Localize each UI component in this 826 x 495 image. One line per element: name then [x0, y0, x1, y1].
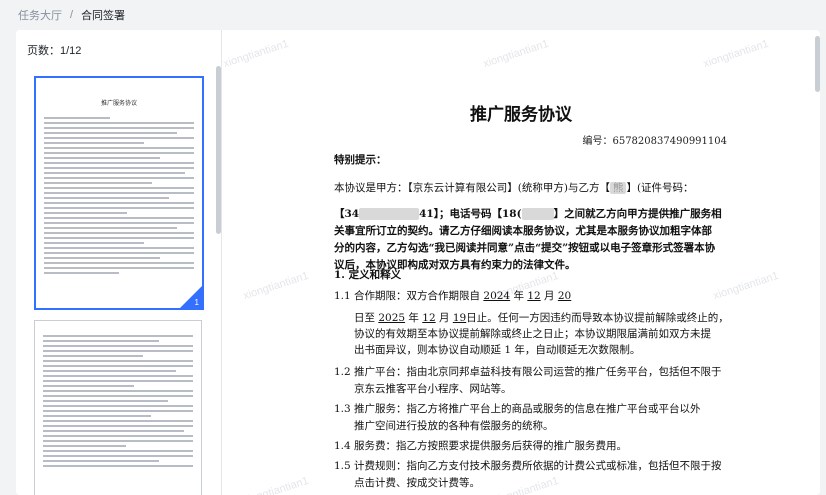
clause-1-1: 1.1 合作期限：双方合作期限自 2024 年 12 月 20	[334, 288, 571, 305]
intro-line-1: 本协议是甲方：【京东云计算有限公司】(统称甲方)与乙方【熊】(证件号码：	[334, 180, 694, 197]
intro-text: 】之间就乙方向甲方提供推广服务相	[553, 208, 722, 220]
document-title: 推广服务协议	[470, 105, 572, 125]
clause-1-1-line-4: 出书面异议，则本协议自动顺延 1 年，自动顺延无次数限制。	[354, 344, 641, 356]
intro-line-3: 关事宜所订立的契约。请乙方仔细阅读本服务协议，尤其是本服务协议加粗字体部	[334, 225, 712, 237]
thumbnail-sidebar: 页数：1/12 推广服务协议 1	[16, 30, 222, 495]
watermark-text: xiongtiantian1	[481, 37, 551, 71]
clause-1-5-line-2: 点击计费、按成交计费等。	[354, 477, 480, 489]
clause-1-3: 1.3 推广服务：指乙方将推广平台上的商品或服务的信息在推广平台或平台以外	[334, 403, 701, 415]
watermark-text: xiongtiantian1	[241, 269, 311, 303]
contract-viewer: 页数：1/12 推广服务协议 1 xiongtiantian1 xiongtia…	[16, 30, 820, 495]
breadcrumb-current: 合同签署	[81, 10, 126, 22]
masked-phone	[521, 208, 554, 220]
clause-1-2: 1.2 推广平台：指由北京同邦卓益科技有限公司运营的推广任务平台，包括但不限于	[334, 366, 722, 378]
intro-line-2: 【34 41】；电话号码【18( 】之间就乙方向甲方提供推广服务相	[334, 206, 722, 223]
masked-id	[359, 208, 420, 220]
watermark-text: xiongtiantian1	[711, 269, 781, 303]
date-value: 12	[527, 290, 541, 302]
clause-text: 1.1 合作期限：双方合作期限自	[334, 290, 481, 302]
document-number: 编号：657820837490991104	[582, 136, 727, 147]
date-value: 20	[557, 290, 572, 302]
watermark-text: xiongtiantian1	[701, 37, 771, 71]
page-thumbnail-1[interactable]: 推广服务协议 1	[34, 76, 204, 310]
clause-1-4: 1.4 服务费：指乙方按照要求提供服务后获得的推广服务费用。	[334, 440, 628, 452]
selected-page-number: 1	[194, 298, 199, 307]
watermark-text: xiongtiantian1	[241, 474, 311, 495]
document-page: xiongtiantian1 xiongtiantian1 xiongtiant…	[222, 30, 820, 495]
thumbnail-scrollbar[interactable]	[216, 66, 221, 234]
thumbnail-title: 推广服务协议	[100, 101, 137, 107]
document-scrollbar[interactable]	[815, 36, 820, 92]
intro-text: 本协议是甲方：【京东云计算有限公司】(统称甲方)与乙方【	[334, 182, 610, 194]
masked-name: 熊	[609, 182, 627, 194]
clause-text: 日至	[354, 312, 375, 324]
breadcrumb-separator: /	[70, 9, 74, 21]
date-unit: 年	[408, 312, 419, 324]
date-value: 2024	[483, 290, 511, 302]
notice-heading: 特别提示：	[334, 154, 387, 166]
clause-1-2-line-2: 京东云推客平台小程序、网站等。	[354, 383, 512, 395]
breadcrumb-parent-link[interactable]: 任务大厅	[18, 7, 62, 23]
intro-text: 】(证件号码：	[626, 182, 694, 194]
intro-text: 【34	[334, 208, 360, 220]
date-unit: 年	[513, 290, 524, 302]
page-thumbnail-2[interactable]	[34, 320, 202, 495]
section-1-heading: 1. 定义和释义	[334, 269, 402, 281]
clause-1-5: 1.5 计费规则：指向乙方支付技术服务费所依据的计费公式或标准，包括但不限于按	[334, 460, 722, 472]
page-count: 页数：1/12	[27, 45, 82, 57]
date-unit: 月	[544, 290, 555, 302]
breadcrumb: 任务大厅 / 合同签署	[18, 7, 125, 23]
date-value: 2025	[378, 312, 406, 324]
intro-line-4: 分的内容，乙方勾选“我已阅读并同意”点击“提交”按钮或以电子签章形式签署本协	[334, 242, 716, 254]
clause-1-1-line-2: 日至 2025 年 12 月 19日止。任何一方因违约而导致本协议提前解除或终止…	[354, 310, 729, 327]
clause-1-3-line-2: 推广空间进行投放的各种有偿服务的统称。	[354, 420, 554, 432]
date-value: 12	[422, 312, 436, 324]
clause-text: 日止。任何一方因违约而导致本协议提前解除或终止的，	[466, 312, 729, 324]
date-value: 19	[452, 312, 467, 324]
date-unit: 月	[438, 312, 450, 324]
watermark-text: xiongtiantian1	[491, 474, 561, 495]
watermark-text: xiongtiantian1	[222, 37, 291, 71]
intro-text: 41】；电话号码【18(	[419, 208, 522, 220]
clause-1-1-line-3: 协议的有效期至本协议提前解除或终止之日止；本协议期限届满前如双方未提	[354, 328, 711, 340]
